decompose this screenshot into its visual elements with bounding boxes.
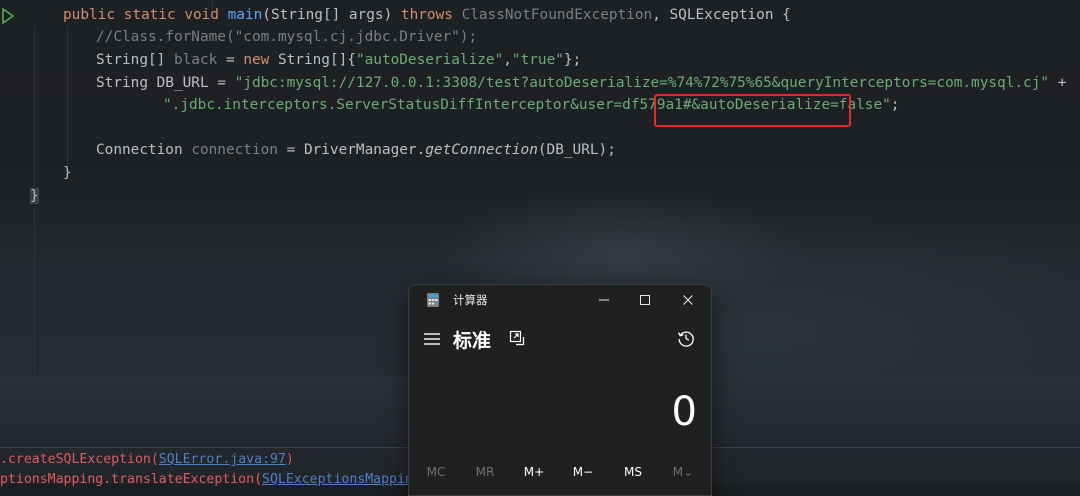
keyword-static: static (123, 7, 176, 23)
db-url-declaration: String DB_URL = (96, 75, 235, 91)
maximize-icon (640, 295, 650, 305)
array-end: }; (563, 52, 582, 68)
variable-connection: connection (191, 142, 278, 158)
method-params: (String[] args) (262, 7, 401, 23)
stacktrace-link[interactable]: SQLError.java:97 (159, 452, 286, 467)
memory-add-button[interactable]: M+ (514, 463, 554, 481)
calculator-window[interactable]: 计算器 标准 0 MC MR M+ M− MS M⌄ (408, 284, 712, 496)
calculator-title: 计算器 (453, 293, 488, 307)
code-line-connection[interactable]: Connection connection = DriverManager.ge… (96, 139, 616, 161)
array-constructor: String[]{ (269, 52, 356, 68)
type-connection: Connection (96, 142, 192, 158)
code-line-black-array[interactable]: String[] black = new String[]{"autoDeser… (96, 49, 581, 71)
string-literal: "true" (511, 52, 564, 68)
calculator-display: 0 (671, 389, 697, 435)
db-url-string-part1: "jdbc:mysql://127.0.0.1:3308/test?autoDe… (234, 75, 1050, 91)
hamburger-menu-icon[interactable] (423, 331, 441, 347)
comma: , (503, 52, 512, 68)
code-line-method-close[interactable]: } (63, 162, 72, 184)
memory-recall-button[interactable]: MR (465, 463, 505, 481)
keep-on-top-icon[interactable] (509, 330, 525, 346)
string-literal: "autoDeserialize" (355, 52, 504, 68)
maximize-button[interactable] (630, 289, 660, 311)
closing-brace: } (63, 165, 72, 181)
indent-guide (34, 208, 35, 375)
type-string-array: String[] (96, 52, 174, 68)
keyword-public: public (63, 7, 115, 23)
code-line-db-url[interactable]: String DB_URL = "jdbc:mysql://127.0.0.1:… (96, 72, 1066, 94)
keyword-void: void (184, 7, 219, 23)
keyword-throws: throws (400, 7, 453, 23)
statement-end: ; (890, 97, 900, 113)
minimize-icon (599, 299, 609, 301)
method-name: main (227, 7, 263, 23)
calculator-titlebar[interactable]: 计算器 (409, 285, 711, 315)
close-button[interactable] (673, 289, 703, 311)
concat-operator: + (1049, 75, 1067, 91)
variable-black: black (173, 52, 218, 68)
indent-guide (67, 26, 68, 166)
history-icon[interactable] (677, 329, 695, 347)
stacktrace-line[interactable]: .createSQLException(SQLError.java:97) (0, 450, 294, 470)
memory-clear-button[interactable]: MC (416, 463, 456, 481)
assign-operator: = (217, 52, 244, 68)
minimize-button[interactable] (589, 289, 619, 311)
memory-store-button[interactable]: MS (613, 463, 653, 481)
close-icon (683, 295, 693, 305)
code-line-class-close[interactable]: } (30, 185, 39, 207)
code-comment: //Class.forName("com.mysql.cj.jdbc.Drive… (96, 29, 478, 45)
stacktrace-text: ptionsMapping.translateException( (0, 472, 263, 487)
calculator-mode-title: 标准 (453, 330, 492, 352)
method-get-connection: getConnection (425, 142, 538, 158)
calculator-app-icon (427, 293, 439, 307)
stacktrace-line[interactable]: ptionsMapping.translateException(SQLExce… (0, 470, 437, 490)
memory-buttons-row: MC MR M+ M− MS M⌄ (409, 463, 711, 481)
run-gutter-icon[interactable] (2, 8, 14, 24)
code-line-comment[interactable]: //Class.forName("com.mysql.cj.jdbc.Drive… (96, 26, 477, 48)
exception-class-notfound: ClassNotFoundException (452, 7, 653, 23)
indent-guide (34, 26, 35, 192)
memory-list-button[interactable]: M⌄ (663, 463, 703, 481)
code-line-main-signature[interactable]: public static void main(String[] args) t… (63, 4, 791, 26)
stacktrace-text: ) (285, 452, 294, 467)
keyword-new: new (243, 52, 270, 68)
method-args: (DB_URL); (537, 142, 616, 158)
stacktrace-text: .createSQLException( (0, 452, 159, 467)
annotation-highlight-box (654, 94, 851, 127)
exception-sql: , SQLException { (652, 7, 791, 23)
closing-brace-highlighted: } (30, 188, 39, 204)
memory-subtract-button[interactable]: M− (563, 463, 603, 481)
driver-manager: = DriverManager. (277, 142, 426, 158)
